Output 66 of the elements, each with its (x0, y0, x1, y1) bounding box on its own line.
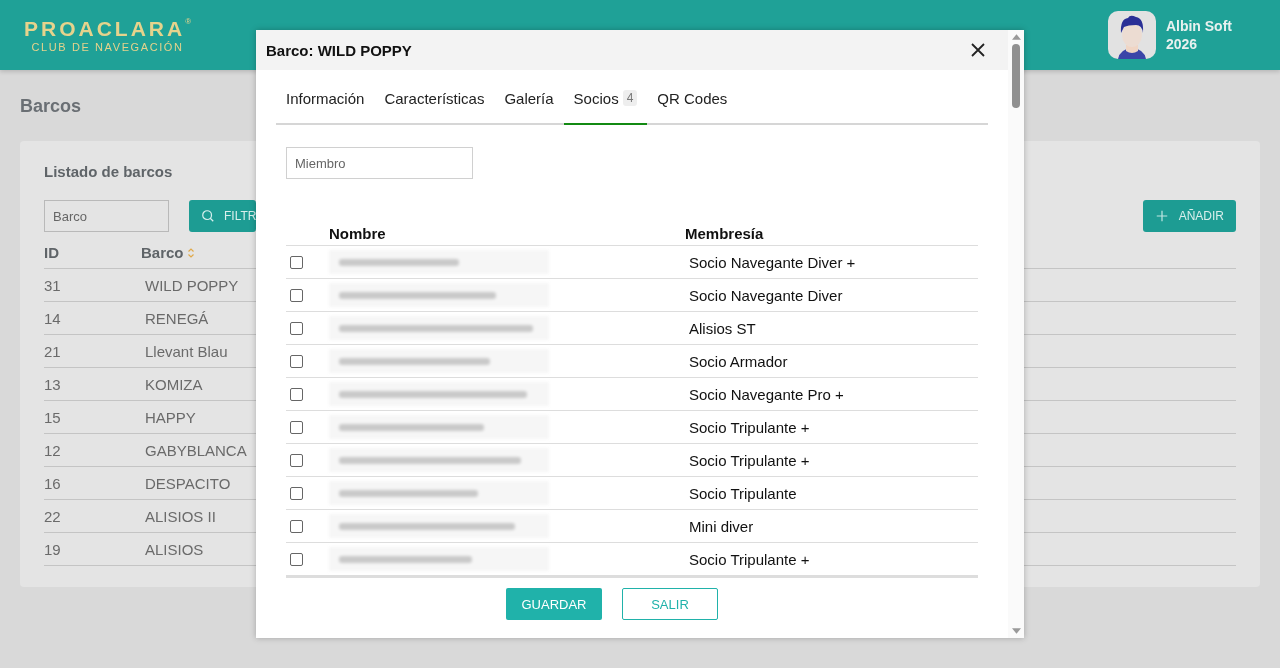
table-cell-text: Alisios ST (688, 319, 756, 337)
logo-name: PROACLARA (24, 17, 186, 41)
table-cell-text: 19 (44, 540, 62, 558)
table-cell-text: RENEGÁ (144, 309, 209, 327)
user-name: Albin Soft (1165, 18, 1232, 34)
user-year: 2026 (1165, 36, 1199, 52)
table-cell-text: Socio Armador (688, 352, 788, 370)
logo-subtitle: CLUB DE NAVEGACIÓN (31, 41, 184, 53)
table-cell-text: Socio Tripulante + (688, 418, 810, 436)
table-cell-text: Mini diver (688, 517, 754, 535)
sort-icon (186, 246, 195, 259)
table-cell-text: 15 (44, 408, 62, 426)
table-cell-text: WILD POPPY (144, 276, 239, 294)
checkbox[interactable] (290, 387, 303, 401)
table-cell-text: 16 (44, 474, 62, 492)
scrollbar[interactable] (1008, 30, 1024, 638)
scrollbar-thumb[interactable] (1012, 44, 1020, 108)
search-icon (201, 209, 215, 223)
column-header[interactable]: Barco (141, 244, 195, 261)
table-cell-text: Socio Tripulante (688, 484, 797, 502)
column-header: Membresía (685, 224, 764, 242)
table-cell-text: ALISIOS II (144, 507, 216, 525)
registered-mark: ® (185, 17, 192, 26)
column-header: Nombre (329, 224, 387, 242)
checkbox[interactable] (290, 486, 303, 500)
plus-icon (1154, 209, 1169, 223)
checkbox[interactable] (290, 321, 303, 335)
tab[interactable]: QR Codes (647, 90, 738, 125)
member-search-field[interactable]: Miembro (286, 147, 473, 179)
tab[interactable]: Características (374, 90, 495, 125)
column-header: ID (44, 244, 60, 261)
table-cell-text: GABYBLANCA (144, 441, 247, 459)
table-cell-text: Socio Navegante Diver + (688, 253, 856, 271)
card-title: Listado de barcos (44, 163, 173, 180)
table-cell-text: 13 (44, 375, 62, 393)
scroll-up-icon[interactable] (1011, 34, 1021, 40)
table-cell-text: Socio Tripulante + (688, 550, 810, 568)
table-cell-text: 21 (44, 342, 62, 360)
boat-filter-field[interactable]: Barco (44, 200, 169, 232)
scroll-down-icon[interactable] (1011, 628, 1021, 634)
tab[interactable]: Socios 4 (563, 90, 648, 125)
close-icon[interactable] (970, 42, 986, 58)
page-title: Barcos (20, 96, 82, 117)
table-cell-text: 31 (44, 276, 62, 294)
table-cell-text: Llevant Blau (144, 342, 228, 360)
tab[interactable]: Información (276, 90, 375, 125)
checkbox[interactable] (290, 354, 303, 368)
table-cell-text: 12 (44, 441, 62, 459)
checkbox[interactable] (290, 519, 303, 533)
checkbox[interactable] (290, 453, 303, 467)
tab[interactable]: Galería (494, 90, 564, 125)
table-cell-text: 14 (44, 309, 62, 327)
checkbox[interactable] (290, 420, 303, 434)
table-cell-text: Socio Navegante Pro + (688, 385, 844, 403)
table-cell-text: Socio Tripulante + (688, 451, 810, 469)
dialog-title: Barco: WILD POPPY (266, 41, 412, 59)
table-cell-text: HAPPY (144, 408, 196, 426)
checkbox[interactable] (290, 288, 303, 302)
table-cell-text: KOMIZA (144, 375, 203, 393)
table-cell-text: Socio Navegante Diver (688, 286, 843, 304)
checkbox[interactable] (290, 255, 303, 269)
avatar-icon[interactable] (1107, 11, 1156, 59)
table-cell-text: DESPACITO (144, 474, 231, 492)
checkbox[interactable] (290, 552, 303, 566)
table-cell-text: 22 (44, 507, 62, 525)
table-cell-text: ALISIOS (144, 540, 204, 558)
